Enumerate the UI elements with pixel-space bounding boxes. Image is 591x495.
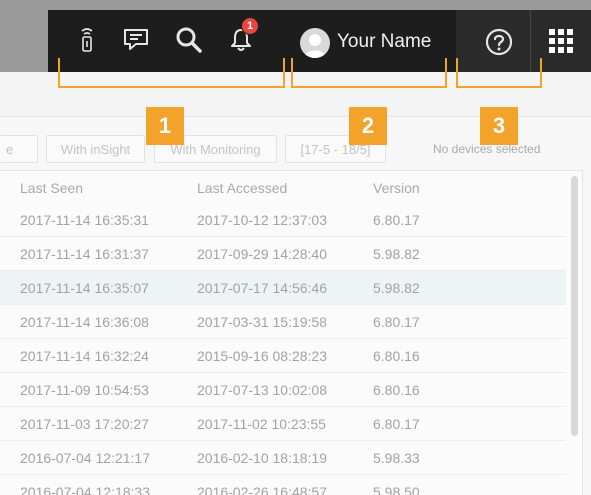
table-row[interactable]: 2016-07-04 12:18:33 2016-02-26 16:48:57 5.… — [0, 475, 566, 495]
table-cell: 2017-07-17 14:56:46 — [197, 280, 327, 296]
filter-with-insight[interactable]: With inSight — [46, 135, 145, 163]
table-cell: 6.80.17 — [373, 416, 420, 432]
table-cell: 5.98.50 — [373, 484, 420, 495]
table-cell: 6.80.17 — [373, 314, 420, 330]
table-cell: 2017-11-14 16:32:24 — [20, 348, 149, 364]
table-cell: 5.98.82 — [373, 280, 420, 296]
table-row[interactable]: 2017-11-03 17:20:27 2017-11-02 10:23:55 6.… — [0, 407, 566, 441]
user-avatar-icon[interactable] — [300, 28, 330, 58]
table-cell: 2017-10-12 12:37:03 — [197, 212, 327, 228]
table-cell: 2017-07-13 10:02:08 — [197, 382, 327, 398]
table-cell: 2016-07-04 12:21:17 — [20, 450, 150, 466]
callout-label-1: 1 — [146, 107, 184, 145]
callout-label-2: 2 — [349, 107, 387, 145]
table-row[interactable]: 2017-11-14 16:32:24 2015-09-16 08:28:23 6.… — [0, 339, 566, 373]
remote-icon[interactable] — [75, 25, 99, 53]
table-cell: 2017-11-14 16:36:08 — [20, 314, 149, 330]
apps-grid-icon[interactable] — [548, 28, 574, 54]
table-cell: 2016-02-10 18:18:19 — [197, 450, 327, 466]
table-cell: 2017-11-14 16:35:07 — [20, 280, 149, 296]
table-cell: 2017-11-02 10:23:55 — [197, 416, 326, 432]
user-name[interactable]: Your Name — [337, 31, 431, 53]
filter-button-partial[interactable]: e — [0, 135, 38, 163]
column-header-last-accessed[interactable]: Last Accessed — [197, 180, 287, 196]
table-cell: 2017-03-31 15:19:58 — [197, 314, 327, 330]
table-cell: 2015-09-16 08:28:23 — [197, 348, 327, 364]
table-row[interactable]: 2017-11-09 10:54:53 2017-07-13 10:02:08 6.… — [0, 373, 566, 407]
table-row[interactable]: 2016-07-04 12:21:17 2016-02-10 18:18:19 5.… — [0, 441, 566, 475]
table-cell: 6.80.16 — [373, 348, 420, 364]
callout-bracket-1 — [58, 58, 285, 88]
table-row[interactable]: 2017-11-14 16:35:07 2017-07-17 14:56:46 5.… — [0, 271, 566, 305]
table-cell: 5.98.82 — [373, 246, 420, 262]
table-cell: 5.98.33 — [373, 450, 420, 466]
table-cell: 2016-07-04 12:18:33 — [20, 484, 150, 495]
search-icon[interactable] — [173, 25, 205, 55]
table-cell: 2017-11-09 10:54:53 — [20, 382, 149, 398]
help-icon[interactable] — [484, 27, 514, 57]
callout-bracket-2 — [291, 58, 447, 88]
table-cell: 2017-11-14 16:31:37 — [20, 246, 149, 262]
table-cell: 2017-09-29 14:28:40 — [197, 246, 327, 262]
table-cell: 2017-11-14 16:35:31 — [20, 212, 149, 228]
table-row[interactable]: 2017-11-14 16:35:31 2017-10-12 12:37:03 6.… — [0, 203, 566, 237]
column-header-version[interactable]: Version — [373, 180, 420, 196]
table-cell: 6.80.16 — [373, 382, 420, 398]
table-cell: 2017-11-03 17:20:27 — [20, 416, 149, 432]
callout-label-3: 3 — [480, 107, 518, 145]
table-cell: 6.80.17 — [373, 212, 420, 228]
table-cell: 2016-02-26 16:48:57 — [197, 484, 327, 495]
column-header-last-seen[interactable]: Last Seen — [20, 180, 83, 196]
notification-badge: 1 — [241, 17, 259, 35]
table-row[interactable]: 2017-11-14 16:36:08 2017-03-31 15:19:58 6.… — [0, 305, 566, 339]
scrollbar-thumb[interactable] — [571, 176, 578, 436]
table-row[interactable]: 2017-11-14 16:31:37 2017-09-29 14:28:40 5.… — [0, 237, 566, 271]
chat-icon[interactable] — [121, 25, 151, 53]
callout-bracket-3 — [456, 58, 542, 88]
